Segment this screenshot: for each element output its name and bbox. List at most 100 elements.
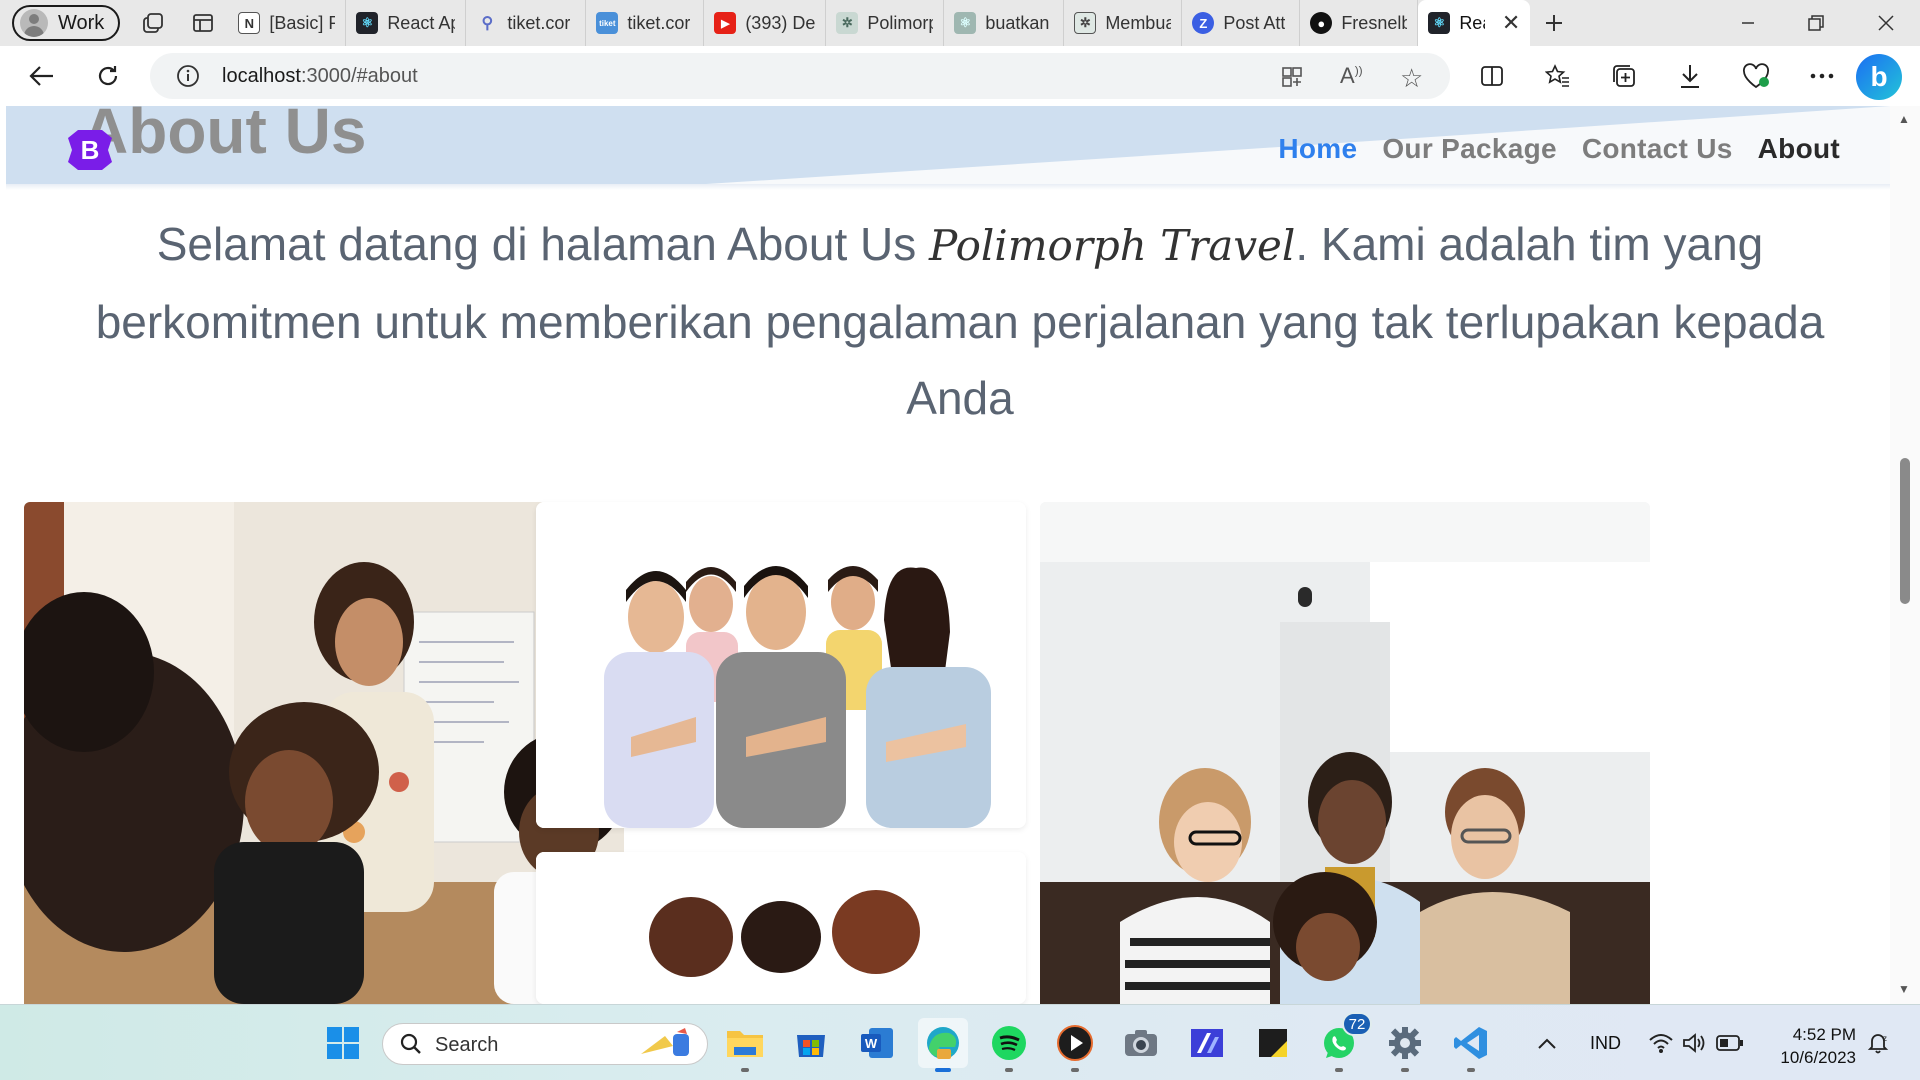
taskbar-search-box[interactable]: Search [382, 1023, 708, 1065]
tab[interactable]: ✲ Membua [1064, 0, 1183, 46]
svg-text:z: z [1883, 1034, 1887, 1043]
scroll-down-icon[interactable]: ▼ [1898, 982, 1910, 996]
workspaces-icon[interactable] [128, 3, 178, 43]
spotify-icon[interactable] [984, 1018, 1034, 1072]
tab[interactable]: ● Fresnelb [1300, 0, 1419, 46]
brand-name-script: Polimorph Travel [929, 221, 1296, 270]
team-classroom-photo [24, 502, 624, 1004]
language-indicator[interactable]: IND [1590, 1005, 1621, 1080]
notifications-icon[interactable]: z [1866, 1005, 1890, 1080]
about-page: About Us B Home Our Package Contact Us A… [6, 106, 1890, 1004]
more-menu-icon[interactable] [1802, 56, 1842, 96]
new-tab-icon[interactable] [1530, 0, 1578, 46]
url-host: localhost [222, 65, 301, 87]
tab[interactable]: ▶ (393) De [704, 0, 827, 46]
svg-text:W: W [865, 1036, 878, 1051]
search-highlight-icon [637, 1026, 697, 1067]
read-aloud-icon[interactable]: A)) [1340, 63, 1363, 89]
battery-icon [1716, 1035, 1743, 1051]
site-info-icon[interactable] [176, 64, 200, 93]
react-icon: ⚛ [356, 12, 379, 34]
team-meeting-photo [1040, 502, 1650, 1004]
tab-list: N [Basic] P ⚛ React Ap ⚲ tiket.cor tiket… [228, 0, 1531, 46]
notion-icon: N [238, 12, 261, 34]
search-icon: ⚲ [481, 15, 494, 32]
nav-link-home[interactable]: Home [1278, 133, 1357, 165]
main-navigation: Home Our Package Contact Us About [1278, 133, 1840, 165]
vscode-icon[interactable] [1446, 1018, 1496, 1072]
chatgpt-icon: ✲ [1074, 12, 1097, 34]
running-indicator [1467, 1068, 1475, 1072]
browser-essentials-icon[interactable] [1736, 56, 1776, 96]
remote-desktop-icon[interactable] [1182, 1018, 1232, 1068]
close-window-icon[interactable] [1856, 0, 1916, 46]
url-path: :3000/#about [300, 65, 418, 87]
microsoft-store-icon[interactable] [786, 1018, 836, 1068]
tab-strip: Work N [Basic] P ⚛ React Ap ⚲ tiket.cor … [0, 0, 1920, 46]
show-hidden-icons[interactable] [1536, 1005, 1558, 1080]
taskbar-clock[interactable]: 4:52 PM 10/6/2023 [1780, 1023, 1856, 1069]
downloads-icon[interactable] [1670, 56, 1710, 96]
minimize-icon[interactable] [1718, 0, 1778, 46]
whatsapp-icon[interactable]: 72 [1314, 1012, 1372, 1072]
media-player-icon[interactable] [1050, 1018, 1100, 1072]
camera-icon[interactable] [1116, 1018, 1166, 1068]
tab[interactable]: ✲ Polimorp [826, 0, 945, 46]
tab[interactable]: Z Post Att [1182, 0, 1301, 46]
word-icon[interactable]: W [852, 1018, 902, 1068]
tab[interactable]: ⚛ React Ap [346, 0, 467, 46]
profile-label: Work [58, 11, 105, 34]
running-indicator [1071, 1068, 1079, 1072]
file-explorer-icon[interactable] [720, 1018, 770, 1072]
scrollbar-thumb[interactable] [1900, 458, 1910, 604]
about-intro-text: Selamat datang di halaman About Us Polim… [80, 206, 1840, 436]
settings-gear-icon[interactable] [1380, 1018, 1430, 1072]
refresh-icon[interactable] [88, 56, 128, 96]
sticky-notes-icon[interactable] [1248, 1018, 1298, 1068]
search-icon [399, 1032, 423, 1061]
scroll-up-icon[interactable]: ▲ [1898, 112, 1910, 126]
nav-link-contact-us[interactable]: Contact Us [1582, 133, 1733, 165]
bootstrap-logo-icon[interactable]: B [66, 128, 112, 172]
address-bar[interactable]: localhost:3000/#about A)) ☆ [150, 53, 1450, 99]
tab-actions-icon[interactable] [178, 3, 228, 43]
windows-taskbar: Search W 72 IND 4:52 PM 10/6/2023 z [0, 1004, 1920, 1080]
clock-time: 4:52 PM [1792, 1025, 1856, 1044]
page-hero-title: About Us [82, 106, 367, 167]
favorites-icon[interactable] [1538, 56, 1578, 96]
team-group-photo [536, 502, 1026, 828]
nav-link-our-package[interactable]: Our Package [1382, 133, 1557, 165]
tab[interactable]: ⚲ tiket.cor [466, 0, 587, 46]
system-tray-icons[interactable] [1648, 1005, 1744, 1080]
tab-active[interactable]: ⚛ Rea ✕ [1418, 0, 1531, 46]
favorite-star-icon[interactable]: ☆ [1400, 63, 1423, 94]
github-icon: ● [1310, 12, 1333, 34]
running-indicator [1401, 1068, 1409, 1072]
browser-toolbar: localhost:3000/#about A)) ☆ b [0, 46, 1920, 106]
chatgpt-icon: ✲ [836, 12, 859, 34]
profile-button[interactable]: Work [12, 5, 121, 41]
edge-browser-icon[interactable] [918, 1018, 968, 1072]
back-arrow-icon[interactable] [22, 56, 62, 96]
windows-start-icon[interactable] [318, 1018, 368, 1068]
close-icon[interactable]: ✕ [1502, 10, 1520, 36]
active-indicator [935, 1068, 951, 1072]
bing-copilot-icon[interactable]: b [1856, 54, 1902, 100]
intro-text-start: Selamat datang di halaman About Us [156, 218, 930, 270]
running-indicator [741, 1068, 749, 1072]
tab[interactable]: ⚛ buatkan [944, 0, 1065, 46]
nav-link-about[interactable]: About [1758, 133, 1840, 165]
app-available-icon[interactable] [1280, 65, 1304, 94]
split-screen-icon[interactable] [1472, 56, 1512, 96]
volume-icon [1683, 1033, 1705, 1053]
zotero-icon: Z [1192, 12, 1215, 34]
tab[interactable]: N [Basic] P [228, 0, 347, 46]
tab[interactable]: tiket tiket.cor [586, 0, 705, 46]
taskbar-search-placeholder: Search [435, 1034, 499, 1056]
react-icon: ⚛ [1428, 12, 1451, 34]
url-text: localhost:3000/#about [222, 65, 418, 88]
page-scrollbar[interactable]: ▲ ▼ [1890, 106, 1920, 1004]
wifi-icon [1649, 1034, 1673, 1053]
collections-icon[interactable] [1604, 56, 1644, 96]
restore-icon[interactable] [1786, 0, 1846, 46]
